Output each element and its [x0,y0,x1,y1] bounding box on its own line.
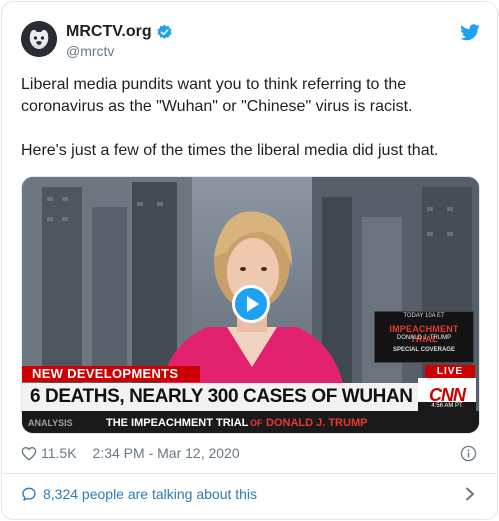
ticker-name: DONALD J. TRUMP [266,417,368,429]
ticker-main: THE IMPEACHMENT TRIAL [106,417,249,429]
tweet-paragraph: Liberal media pundits want you to think … [21,76,413,115]
twitter-bird-icon[interactable] [460,24,480,41]
network-clock: 4:56 AM PT [418,402,476,411]
ticker-left: ANALYSIS [28,418,73,428]
avatar[interactable] [21,21,57,57]
tweet-card: MRCTV.org @mrctv Liberal media pundits w… [1,1,498,520]
cnn-logo-text: CNN [429,384,466,405]
promo-title: IMPEACHMENT TRIAL [389,324,459,344]
conversation-label: 8,324 people are talking about this [43,486,258,502]
chyron-headline: 6 DEATHS, NEARLY 300 CASES OF WUHAN CORO… [22,383,418,411]
video-player[interactable]: TODAY 10A ET IMPEACHMENT TRIAL DONALD J.… [21,176,480,434]
new-developments-banner: NEW DEVELOPMENTS [22,366,200,382]
author-handle[interactable]: @mrctv [66,43,114,59]
heart-icon[interactable] [21,446,37,461]
divider [3,473,497,474]
author-display-name[interactable]: MRCTV.org [66,23,152,41]
live-badge: LIVE [425,365,475,378]
promo-subtitle: DONALD J. TRUMP [396,335,452,341]
tweet-meta: 11.5K 2:34 PM - Mar 12, 2020 [21,445,240,461]
speech-bubble-icon [22,487,36,501]
timestamp[interactable]: 2:34 PM - Mar 12, 2020 [93,445,240,461]
promo-coverage: SPECIAL COVERAGE [393,347,455,353]
tweet-paragraph: Here's just a few of the times the liber… [21,142,439,159]
like-count[interactable]: 11.5K [41,445,77,461]
promo-box: TODAY 10A ET IMPEACHMENT TRIAL DONALD J.… [374,311,474,363]
tweet-text: Liberal media pundits want you to think … [21,74,483,162]
news-ticker: ANALYSIS THE IMPEACHMENT TRIAL OF DONALD… [22,411,479,433]
verified-badge-icon [157,24,172,39]
ticker-of: OF [250,418,263,428]
play-button[interactable] [232,285,270,323]
play-icon [246,296,259,312]
bulldog-logo-icon [21,21,57,57]
conversation-link[interactable]: 8,324 people are talking about this [21,486,257,502]
promo-time: TODAY 10A ET [403,313,445,319]
chevron-right-icon[interactable] [464,487,476,501]
info-icon[interactable] [460,445,477,462]
